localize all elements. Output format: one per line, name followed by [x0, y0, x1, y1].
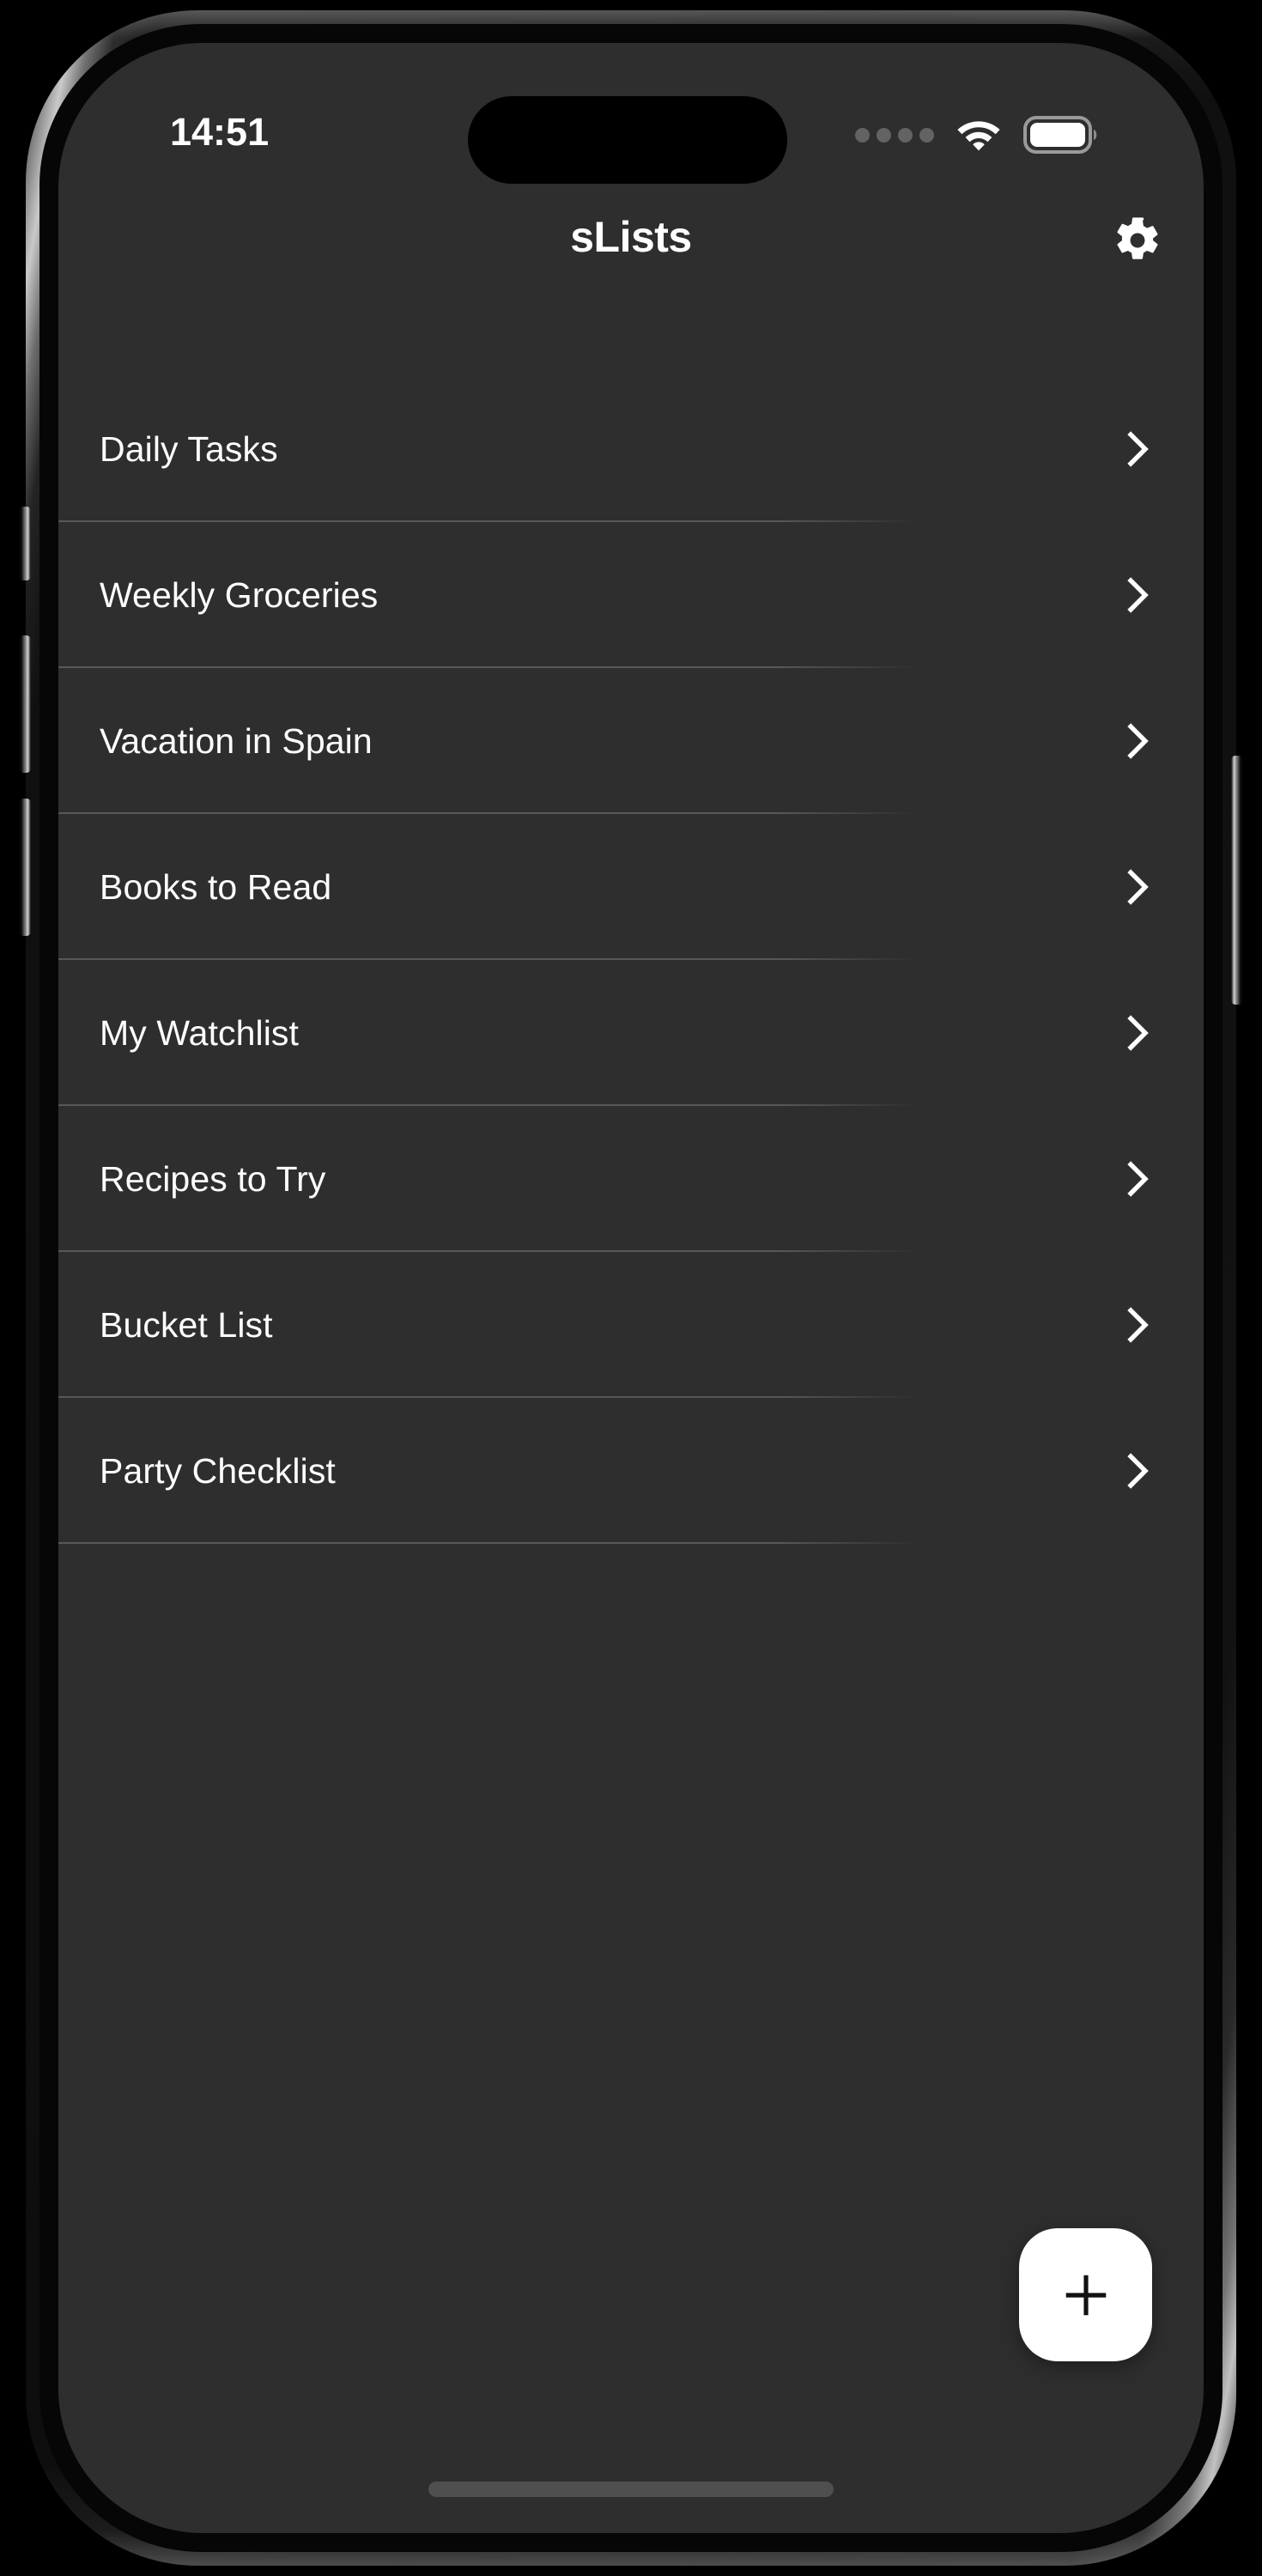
list-item[interactable]: Books to Read: [58, 814, 1204, 960]
lists-container: Daily Tasks Weekly Groceries Vacation in S…: [58, 376, 1204, 1544]
list-item-label: Vacation in Spain: [100, 720, 373, 761]
battery-full-icon: [1023, 116, 1097, 154]
nav-bar: sLists: [58, 193, 1204, 288]
list-item-label: Books to Read: [100, 866, 332, 907]
chevron-right-icon: [1127, 869, 1149, 905]
list-item-divider: [58, 1542, 917, 1544]
chevron-right-icon: [1127, 577, 1149, 613]
cellular-dots-icon: [855, 127, 934, 143]
settings-button[interactable]: [1102, 205, 1173, 276]
chevron-right-icon: [1127, 1453, 1149, 1489]
dynamic-island: [468, 96, 787, 184]
list-item[interactable]: Bucket List: [58, 1252, 1204, 1398]
page-title: sLists: [570, 213, 692, 261]
screenshot-root: 14:51 sLists Daily Tasks Weekly Grocerie…: [0, 0, 1262, 2576]
chevron-right-icon: [1127, 1015, 1149, 1051]
action-button[interactable]: [19, 507, 31, 580]
list-item-label: Party Checklist: [100, 1450, 336, 1491]
wifi-icon: [957, 121, 1000, 151]
list-item-label: Weekly Groceries: [100, 574, 379, 615]
chevron-right-icon: [1127, 1161, 1149, 1197]
plus-icon: [1065, 2275, 1106, 2315]
status-bar: 14:51: [58, 43, 1204, 189]
status-bar-clock: 14:51: [170, 110, 270, 154]
add-list-button[interactable]: [1019, 2228, 1152, 2361]
list-item-label: Bucket List: [100, 1304, 273, 1345]
volume-down-button[interactable]: [19, 799, 31, 936]
chevron-right-icon: [1127, 431, 1149, 467]
list-item-label: My Watchlist: [100, 1012, 300, 1053]
volume-up-button[interactable]: [19, 635, 31, 773]
chevron-right-icon: [1127, 723, 1149, 759]
list-item[interactable]: Vacation in Spain: [58, 668, 1204, 814]
chevron-right-icon: [1127, 1307, 1149, 1343]
list-item[interactable]: Recipes to Try: [58, 1106, 1204, 1252]
list-item-label: Daily Tasks: [100, 428, 278, 469]
list-item[interactable]: Daily Tasks: [58, 376, 1204, 522]
status-bar-indicators: [855, 116, 1101, 154]
home-indicator[interactable]: [428, 2482, 834, 2497]
list-item[interactable]: My Watchlist: [58, 960, 1204, 1106]
power-button[interactable]: [1231, 756, 1243, 1005]
phone-screen: 14:51 sLists Daily Tasks Weekly Grocerie…: [58, 43, 1204, 2533]
list-item-label: Recipes to Try: [100, 1158, 326, 1199]
gear-icon: [1117, 217, 1158, 259]
list-item[interactable]: Weekly Groceries: [58, 522, 1204, 668]
list-item[interactable]: Party Checklist: [58, 1398, 1204, 1544]
